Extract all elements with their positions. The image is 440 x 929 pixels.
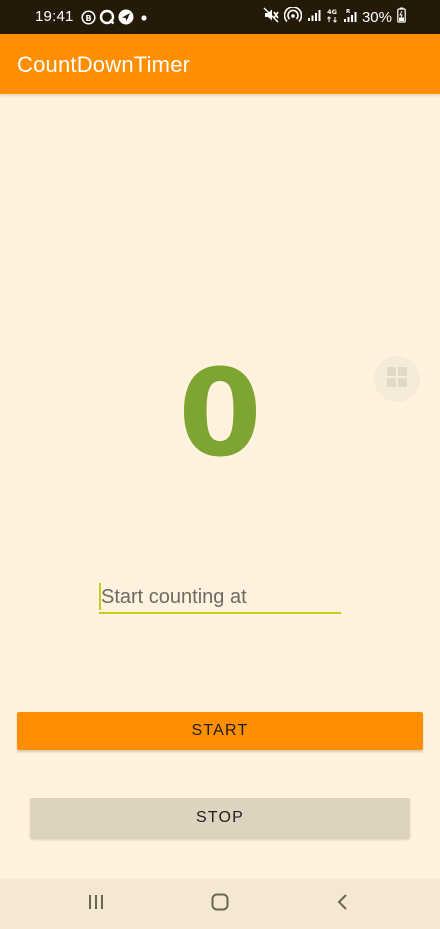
navigation-bar: [0, 878, 440, 929]
chat-bubble-icon: [99, 9, 115, 29]
back-icon: [333, 892, 353, 917]
mute-icon: [263, 7, 279, 27]
navigation-icon: [118, 9, 134, 29]
home-icon: [210, 892, 230, 917]
countdown-display: 0: [178, 345, 262, 484]
data-4g-icon: 4G: [326, 7, 338, 27]
dot-icon: [137, 10, 151, 28]
start-button[interactable]: START: [17, 712, 423, 750]
signal-r-icon: R: [343, 7, 357, 27]
status-bar: 19:41 B 4G R 30%: [0, 0, 440, 34]
battery-icon: [397, 7, 406, 27]
signal-icon: [307, 8, 321, 26]
status-system-icons: 4G R 30%: [263, 6, 406, 27]
svg-text:B: B: [85, 14, 91, 23]
back-button[interactable]: [330, 891, 356, 917]
start-count-field-container: [99, 582, 341, 616]
app-title: CountDownTimer: [17, 52, 191, 77]
svg-text:R: R: [346, 9, 351, 15]
text-cursor: [99, 583, 101, 610]
status-time: 19:41: [35, 8, 74, 25]
screen: 19:41 B 4G R 30% CountDownTimer 0 Start …: [0, 0, 440, 929]
recent-apps-icon: [86, 892, 106, 917]
battery-percent: 30%: [361, 8, 392, 26]
recent-apps-button[interactable]: [83, 891, 109, 917]
start-count-input[interactable]: [99, 582, 341, 614]
svg-text:4G: 4G: [327, 8, 337, 16]
b-badge-icon: B: [81, 9, 96, 29]
home-button[interactable]: [207, 891, 233, 917]
status-notification-icons: B: [81, 9, 151, 29]
hotspot-icon: [283, 6, 303, 27]
app-bar: CountDownTimer: [0, 34, 440, 94]
stop-button[interactable]: STOP: [30, 798, 410, 838]
